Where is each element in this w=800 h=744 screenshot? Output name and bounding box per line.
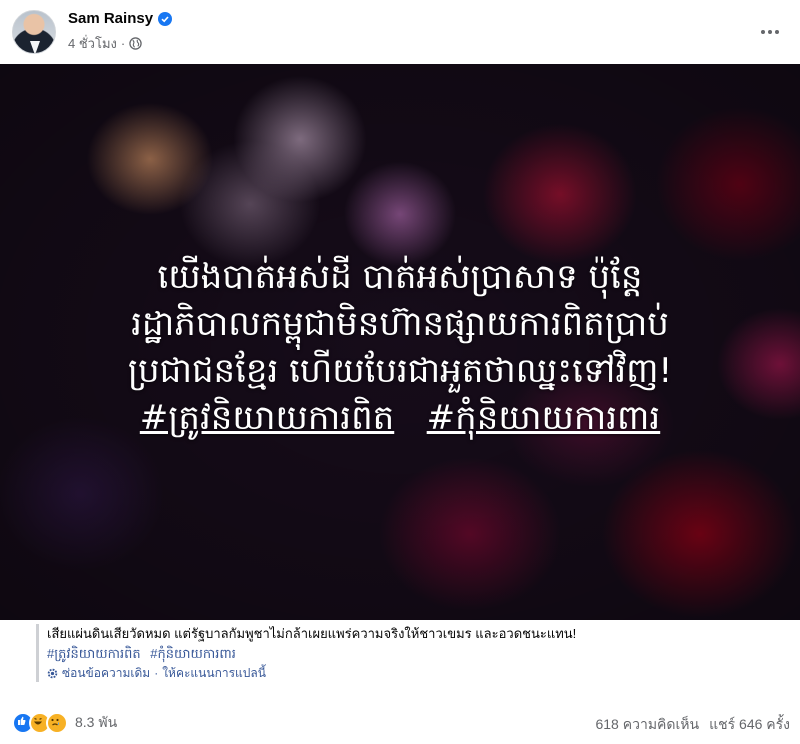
- translation-controls: ซ่อนข้อความเดิม · ให้คะแนนการแปลนี้: [47, 664, 787, 682]
- author-name-row: Sam Rainsy: [68, 10, 173, 27]
- image-hashtag-1: #ត្រូវនិយាយការពិត: [139, 398, 395, 438]
- caption-hashtags: #ត្រូវនិយាយការពិត #កុំនិយាយការពារ: [47, 644, 787, 664]
- gear-icon: [47, 668, 58, 678]
- engagement-stats: 618 ความคิดเห็น แชร์ 646 ครั้ง: [595, 714, 790, 736]
- post-header: Sam Rainsy 4 ชั่วโมง ·: [0, 0, 800, 64]
- comment-count[interactable]: 618 ความคิดเห็น: [595, 714, 699, 736]
- post-meta: 4 ชั่วโมง ·: [68, 33, 142, 54]
- image-text-line-3: ប្រជាជនខ្មែរ ហើយបែរជាអួតថាឈ្នះទៅវិញ!: [127, 351, 673, 391]
- post-image[interactable]: យើងបាត់អស់ដី បាត់អស់ប្រាសាទ ប៉ុន្តែ រដ្ឋ…: [0, 64, 800, 620]
- rate-translation-link[interactable]: ให้คะแนนการแปลนี้: [162, 664, 266, 682]
- image-text-line-2: រដ្ឋាភិបាលកម្ពុជាមិនហ៊ានផ្សាយការពិតប្រាប…: [131, 304, 669, 344]
- share-count[interactable]: แชร์ 646 ครั้ง: [709, 714, 790, 736]
- meta-separator: ·: [120, 36, 126, 51]
- author-name[interactable]: Sam Rainsy: [68, 10, 153, 27]
- reaction-summary[interactable]: 8.3 พัน: [12, 712, 117, 734]
- translation-separator: ·: [154, 666, 159, 680]
- image-text-line-1: យើងបាត់អស់ដី បាត់អស់ប្រាសាទ ប៉ុន្តែ: [157, 257, 643, 297]
- post-time[interactable]: 4 ชั่วโมง: [68, 33, 117, 54]
- caption-text: เสียแผ่นดินเสียวัดหมด แต่รัฐบาลกัมพูชาไม…: [47, 626, 577, 641]
- image-hashtag-2: #កុំនិយាយការពារ: [426, 398, 661, 438]
- translated-caption: เสียแผ่นดินเสียวัดหมด แต่รัฐบาลกัมพูชาไม…: [36, 624, 787, 682]
- author-avatar[interactable]: [12, 10, 56, 54]
- caption-hashtag-1[interactable]: #ត្រូវនិយាយការពិត: [47, 646, 141, 661]
- sad-reaction-icon: [46, 712, 68, 734]
- image-hashtags: #ត្រូវនិយាយការពិត #កុំនិយាយការពារ: [40, 395, 760, 442]
- more-options-icon[interactable]: [752, 14, 788, 50]
- globe-icon: [129, 37, 142, 50]
- post-footer: 8.3 พัน 618 ความคิดเห็น แชร์ 646 ครั้ง: [0, 708, 800, 738]
- hide-original-link[interactable]: ซ่อนข้อความเดิม: [62, 664, 150, 682]
- reaction-count[interactable]: 8.3 พัน: [75, 712, 117, 734]
- verified-badge-icon: [158, 11, 173, 26]
- caption-hashtag-2[interactable]: #កុំនិយាយការពារ: [150, 646, 236, 661]
- image-overlay-text: យើងបាត់អស់ដី បាត់អស់ប្រាសាទ ប៉ុន្តែ រដ្ឋ…: [40, 254, 760, 442]
